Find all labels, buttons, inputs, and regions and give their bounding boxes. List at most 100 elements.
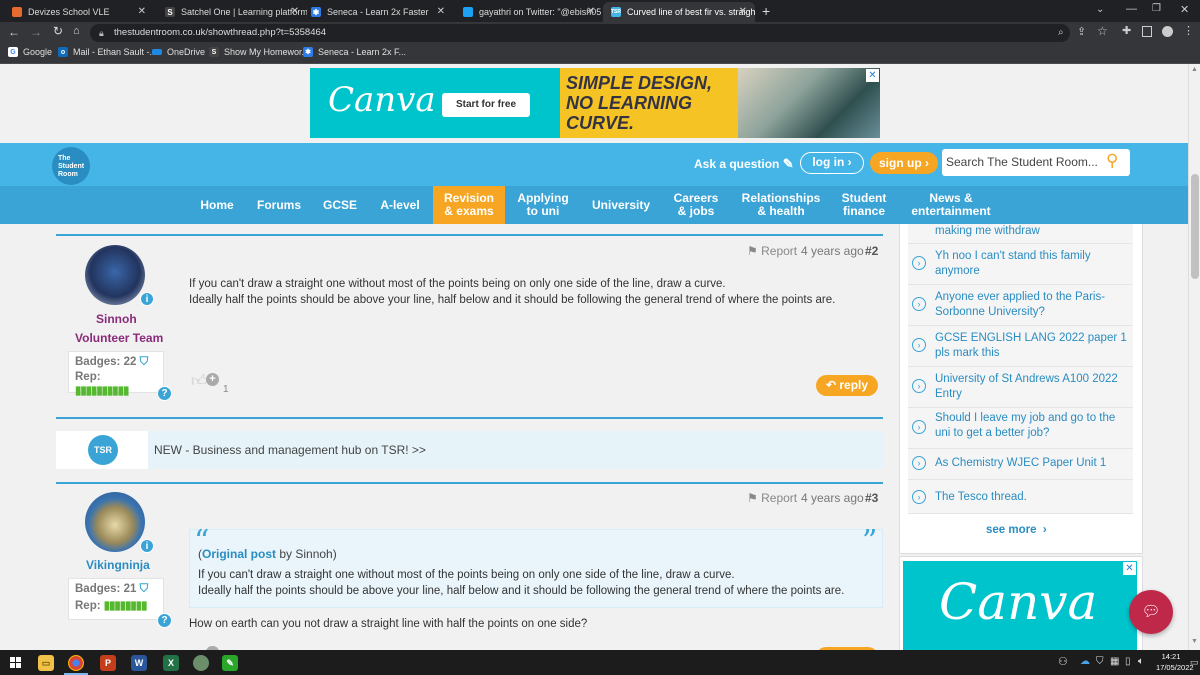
zoom-icon[interactable]: ⌕ bbox=[1058, 24, 1064, 42]
menu-dots-icon[interactable]: ⋮ bbox=[1183, 24, 1194, 37]
sidebar-item[interactable]: making me withdraw bbox=[908, 224, 1133, 244]
extensions-icon[interactable]: ✚ bbox=[1122, 24, 1131, 37]
canva-side-ad[interactable]: Canva ✕ bbox=[903, 561, 1137, 650]
sidebar-item[interactable]: › Should I leave my job and go to the un… bbox=[908, 408, 1133, 449]
back-arrow-icon[interactable]: ← bbox=[8, 25, 20, 39]
start-for-free-button[interactable]: Start for free bbox=[442, 93, 530, 117]
close-tab-icon[interactable]: ✕ bbox=[138, 6, 146, 17]
canva-top-ad[interactable]: Canva Start for free SIMPLE DESIGN, NO L… bbox=[310, 68, 880, 138]
report-button[interactable]: ⚑ Report bbox=[747, 244, 797, 258]
notification-icon[interactable]: ▭ bbox=[1190, 657, 1199, 668]
chat-bubble-button[interactable]: 💬︎ bbox=[1129, 590, 1173, 634]
tsr-logo[interactable]: The Student Room bbox=[52, 147, 90, 185]
nav-gcse[interactable]: GCSE bbox=[320, 186, 360, 224]
scroll-up-icon[interactable]: ▲ bbox=[1191, 66, 1198, 73]
bookmark-showmyhomework[interactable]: S Show My Homewor... bbox=[209, 47, 309, 57]
share-icon[interactable]: ⇪ bbox=[1077, 25, 1086, 38]
report-button[interactable]: ⚑ Report bbox=[747, 491, 797, 505]
reload-icon[interactable]: ↻ bbox=[53, 24, 63, 38]
ad-close-icon[interactable]: ✕ bbox=[866, 69, 879, 82]
security-tray-icon[interactable]: ⛉ bbox=[1096, 656, 1104, 667]
nav-alevel[interactable]: A-level bbox=[376, 186, 424, 224]
profile-avatar-icon[interactable] bbox=[1162, 26, 1173, 37]
bookmark-google[interactable]: G Google bbox=[8, 47, 52, 57]
file-explorer-icon[interactable]: ▭ bbox=[38, 655, 54, 671]
user-info-icon[interactable]: i bbox=[140, 539, 154, 553]
tab-devizes[interactable]: Devizes School VLE ✕ bbox=[4, 2, 154, 22]
promo-banner[interactable]: TSR NEW - Business and management hub on… bbox=[56, 431, 883, 469]
bookmark-onedrive[interactable]: OneDrive bbox=[152, 47, 205, 57]
original-post-link[interactable]: Original post bbox=[202, 547, 276, 561]
user-info-icon[interactable]: i bbox=[140, 292, 154, 306]
bookmark-mail[interactable]: o Mail - Ethan Sault -... bbox=[58, 47, 157, 57]
post-number[interactable]: #3 bbox=[865, 491, 878, 505]
close-tab-icon[interactable]: ✕ bbox=[437, 6, 445, 17]
tab-tsr-active[interactable]: TSR Curved line of best fir vs. straigh … bbox=[603, 2, 755, 22]
volume-icon[interactable]: 🔈︎ bbox=[1138, 656, 1144, 667]
scroll-down-icon[interactable]: ▼ bbox=[1191, 638, 1198, 645]
tab-satchel[interactable]: S Satchel One | Learning platform ✕ bbox=[157, 2, 307, 22]
signup-button[interactable]: sign up › bbox=[870, 152, 938, 174]
nav-news-entertainment[interactable]: News & entertainment bbox=[905, 186, 997, 224]
nav-home[interactable]: Home bbox=[195, 186, 239, 224]
network-icon[interactable]: ▦ bbox=[1110, 656, 1119, 667]
close-tab-icon[interactable]: ✕ bbox=[587, 6, 595, 17]
battery-icon[interactable]: ▯ bbox=[1125, 656, 1131, 667]
close-tab-icon[interactable]: ✕ bbox=[291, 6, 299, 17]
chrome-icon[interactable] bbox=[68, 655, 84, 671]
app-icon[interactable]: ✎ bbox=[222, 655, 238, 671]
tab-seneca[interactable]: ✱ Seneca - Learn 2x Faster ✕ bbox=[303, 2, 453, 22]
tab-twitter[interactable]: gayathri on Twitter: "@ebish05 y ✕ bbox=[455, 2, 603, 22]
word-icon[interactable]: W bbox=[131, 655, 147, 671]
reply-button[interactable]: ↶ reply bbox=[816, 375, 878, 396]
scrollbar-thumb[interactable] bbox=[1191, 174, 1199, 279]
nav-student-finance[interactable]: Student finance bbox=[836, 186, 892, 224]
bookmark-seneca[interactable]: ✱ Seneca - Learn 2x F... bbox=[303, 47, 406, 57]
nav-university[interactable]: University bbox=[588, 186, 654, 224]
powerpoint-icon[interactable]: P bbox=[100, 655, 116, 671]
sidebar-item[interactable]: › Anyone ever applied to the Paris-Sorbo… bbox=[908, 285, 1133, 326]
nav-applying-to-uni[interactable]: Applying to uni bbox=[511, 186, 575, 224]
sidepanel-icon[interactable] bbox=[1142, 26, 1152, 37]
app-icon[interactable] bbox=[193, 655, 209, 671]
windows-start-icon[interactable] bbox=[10, 657, 21, 668]
search-icon[interactable]: ⚲ bbox=[1106, 151, 1118, 171]
nav-careers-jobs[interactable]: Careers & jobs bbox=[668, 186, 724, 224]
home-icon[interactable]: ⌂ bbox=[73, 25, 80, 37]
url-field[interactable]: 🔒︎ thestudentroom.co.uk/showthread.php?t… bbox=[90, 24, 1070, 42]
excel-icon[interactable]: X bbox=[163, 655, 179, 671]
see-more-link[interactable]: see more › bbox=[986, 524, 1047, 536]
help-icon[interactable]: ? bbox=[157, 613, 172, 628]
ask-question-button[interactable]: Ask a question ✎ bbox=[694, 156, 794, 172]
search-input[interactable]: Search The Student Room... ⚲ bbox=[942, 149, 1130, 176]
bookmark-star-icon[interactable]: ☆ bbox=[1097, 24, 1108, 38]
sidebar-item[interactable]: › Yh noo I can't stand this family anymo… bbox=[908, 244, 1133, 285]
plus-icon[interactable]: + bbox=[206, 373, 219, 386]
sidebar-item[interactable]: › University of St Andrews A100 2022 Ent… bbox=[908, 367, 1133, 408]
nav-forums[interactable]: Forums bbox=[254, 186, 304, 224]
sidebar-item[interactable]: › As Chemistry WJEC Paper Unit 1 bbox=[908, 449, 1133, 480]
thumbs-up-icon[interactable]: 👍︎ bbox=[191, 372, 208, 391]
onedrive-tray-icon[interactable]: ☁ bbox=[1080, 656, 1090, 667]
people-icon[interactable]: ⚇ bbox=[1058, 655, 1068, 668]
sidebar-item[interactable]: › GCSE ENGLISH LANG 2022 paper 1 pls mar… bbox=[908, 326, 1133, 367]
page-scrollbar[interactable]: ▲ ▼ bbox=[1188, 64, 1200, 650]
close-window-icon[interactable]: ✕ bbox=[1180, 3, 1189, 16]
ad-close-icon[interactable]: ✕ bbox=[1123, 562, 1136, 575]
avatar[interactable] bbox=[85, 492, 145, 552]
nav-relationships-health[interactable]: Relationships & health bbox=[738, 186, 824, 224]
minimize-icon[interactable]: — bbox=[1126, 3, 1137, 15]
tab-search-icon[interactable]: ⌄ bbox=[1096, 4, 1104, 15]
nav-revision-exams[interactable]: Revision & exams bbox=[433, 186, 505, 224]
forward-arrow-icon[interactable]: → bbox=[30, 25, 42, 39]
close-tab-icon[interactable]: ✕ bbox=[739, 6, 747, 17]
username[interactable]: Sinnoh bbox=[96, 312, 137, 326]
username[interactable]: Vikingninja bbox=[86, 558, 150, 572]
help-icon[interactable]: ? bbox=[157, 386, 172, 401]
sidebar-item[interactable]: › The Tesco thread. bbox=[908, 480, 1133, 514]
avatar[interactable] bbox=[85, 245, 145, 305]
post-number[interactable]: #2 bbox=[865, 244, 878, 258]
login-button[interactable]: log in › bbox=[800, 152, 864, 174]
clock[interactable]: 14:21 17/05/2022 bbox=[1156, 651, 1194, 673]
restore-icon[interactable]: ❐ bbox=[1152, 3, 1161, 14]
